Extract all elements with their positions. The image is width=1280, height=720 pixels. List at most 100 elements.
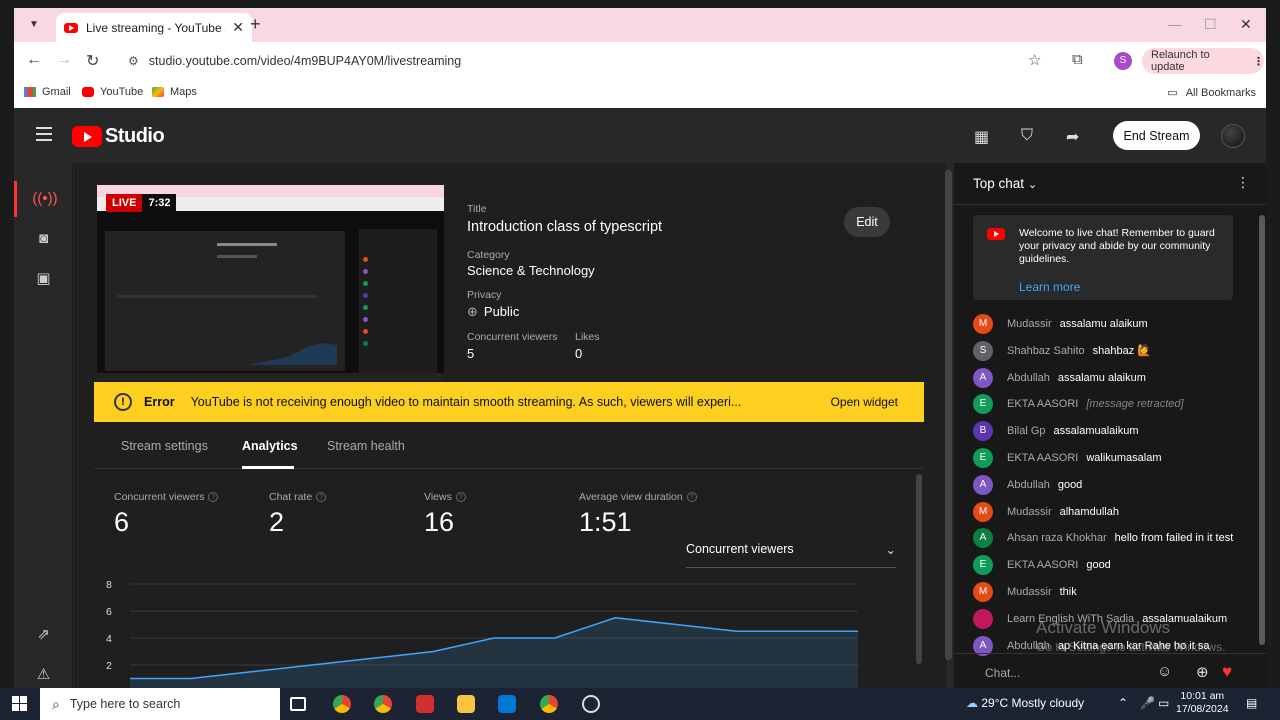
panel-scrollbar[interactable] (916, 474, 922, 664)
extensions-icon[interactable]: ⧉ (1072, 51, 1083, 68)
chat-message[interactable]: E EKTA AASORI good (973, 555, 1111, 576)
tray-chevron-icon[interactable]: ⌃ (1118, 696, 1128, 710)
chat-author-name[interactable]: Abdullah (1007, 372, 1050, 384)
obs-icon[interactable] (582, 695, 600, 713)
help-icon[interactable]: ? (686, 492, 697, 503)
calendar-icon[interactable]: ▣ (14, 261, 73, 297)
new-tab-icon[interactable]: + (250, 14, 261, 35)
chat-author-name[interactable]: EKTA AASORI (1007, 398, 1078, 410)
taskbar-search[interactable]: ⌕ Type here to search (40, 688, 280, 720)
more-options-icon[interactable]: ⋮ (1236, 174, 1250, 191)
tab-search-icon[interactable]: ▼ (24, 16, 44, 34)
help-icon[interactable]: ? (455, 492, 466, 503)
minimize-icon[interactable]: — (1168, 16, 1182, 32)
menu-icon[interactable] (36, 127, 52, 141)
learn-more-link[interactable]: Learn more (1019, 280, 1080, 294)
camera-icon[interactable]: ◙ (14, 221, 73, 257)
tab-analytics[interactable]: Analytics (242, 439, 298, 453)
tab-stream-settings[interactable]: Stream settings (121, 439, 208, 453)
network-icon[interactable]: ▭ (1158, 696, 1169, 710)
tab-stream-health[interactable]: Stream health (327, 439, 405, 453)
chat-author-avatar[interactable]: E (973, 394, 993, 415)
chat-author-name[interactable]: Ahsan raza Khokhar (1007, 532, 1107, 544)
chat-author-avatar[interactable]: B (973, 421, 993, 442)
bookmark-icon[interactable]: ⛉ (1021, 127, 1033, 145)
forward-icon[interactable]: → (56, 51, 72, 69)
chat-author-avatar[interactable] (973, 608, 993, 629)
main-scrollbar[interactable] (945, 170, 952, 660)
chat-message[interactable]: B Bilal Gp assalamualaikum (973, 421, 1139, 442)
emoji-icon[interactable]: ☺ (1157, 663, 1172, 680)
chat-message[interactable]: M Mudassir thik (973, 582, 1077, 602)
chat-message[interactable]: A Ahsan raza Khokhar hello from failed in … (973, 528, 1233, 549)
reload-icon[interactable]: ↻ (86, 51, 99, 71)
help-icon[interactable]: ? (316, 492, 327, 503)
stream-preview[interactable]: LIVE 7:32 (97, 185, 444, 381)
windows-start-icon[interactable] (12, 696, 28, 712)
chat-message[interactable]: E EKTA AASORI [message retracted] (973, 394, 1184, 415)
chat-message[interactable]: M Mudassir assalamu alaikum (973, 314, 1148, 334)
window-close-icon[interactable]: ✕ (1240, 16, 1252, 33)
chat-author-avatar[interactable]: E (973, 448, 993, 468)
edit-button[interactable]: Edit (844, 207, 890, 237)
chat-author-name[interactable]: EKTA AASORI (1007, 559, 1078, 571)
chat-message[interactable]: E EKTA AASORI walikumasalam (973, 448, 1162, 468)
chat-message[interactable]: M Mudassir alhamdullah (973, 501, 1119, 522)
microphone-icon[interactable]: 🎤 (1140, 696, 1155, 710)
end-stream-button[interactable]: End Stream (1113, 121, 1200, 150)
close-tab-icon[interactable]: ✕ (232, 19, 244, 36)
chat-author-name[interactable]: Bilal Gp (1007, 425, 1046, 437)
chat-input[interactable]: Chat... (985, 666, 1020, 680)
menu-dots-icon[interactable]: ⋮ (1253, 55, 1264, 68)
chat-author-avatar[interactable]: M (973, 582, 993, 602)
chat-author-avatar[interactable]: A (973, 367, 993, 388)
relaunch-button[interactable]: Relaunch to update ⋮ (1142, 48, 1264, 74)
all-bookmarks[interactable]: ▭ All Bookmarks (1167, 86, 1256, 100)
metric-select[interactable]: Concurrent viewers ⌄ (686, 542, 896, 568)
chat-author-name[interactable]: Mudassir (1007, 506, 1052, 518)
share-icon[interactable]: ➦ (1066, 127, 1079, 147)
maximize-icon[interactable]: ☐ (1204, 16, 1217, 33)
file-explorer-icon[interactable] (457, 695, 475, 713)
help-icon[interactable]: ? (208, 492, 219, 503)
channel-avatar[interactable] (1221, 124, 1245, 148)
chrome-profile-icon[interactable] (374, 695, 392, 713)
bookmark-gmail[interactable]: Gmail (24, 86, 71, 98)
open-widget-button[interactable]: Open widget (831, 395, 898, 409)
chat-author-avatar[interactable]: E (973, 555, 993, 576)
chat-author-avatar[interactable]: M (973, 314, 993, 334)
chat-message[interactable]: A Abdullah assalamu alaikum (973, 367, 1146, 388)
weather-widget[interactable]: ☁ 29°C Mostly cloudy (966, 696, 1084, 710)
chat-author-name[interactable]: Abdullah (1007, 479, 1050, 491)
bookmark-youtube[interactable]: YouTube (82, 86, 143, 98)
app-icon[interactable] (416, 695, 434, 713)
external-link-icon[interactable]: ⇗ (14, 617, 73, 653)
add-icon[interactable]: ⊕ (1196, 663, 1209, 681)
chat-author-avatar[interactable]: S (973, 340, 993, 361)
studio-logo[interactable]: Studio (72, 125, 165, 148)
profile-avatar[interactable]: S (1114, 52, 1132, 70)
chat-author-avatar[interactable]: A (973, 474, 993, 495)
chat-author-name[interactable]: Mudassir (1007, 318, 1052, 330)
site-info-icon[interactable]: ⚙ (128, 54, 139, 68)
clapperboard-icon[interactable]: ▦ (974, 127, 989, 147)
heart-icon[interactable]: ♥ (1222, 662, 1240, 681)
chat-message[interactable]: S Shahbaz Sahito shahbaz 🙋 (973, 340, 1151, 361)
notifications-icon[interactable]: ▤ (1246, 696, 1257, 710)
task-view-icon[interactable] (290, 697, 306, 711)
vscode-icon[interactable] (498, 695, 516, 713)
chat-message[interactable]: A Abdullah good (973, 474, 1082, 495)
system-clock[interactable]: 10:01 am 17/08/2024 (1176, 690, 1229, 716)
address-bar[interactable]: ⚙ studio.youtube.com/video/4m9BUP4AY0M/l… (118, 47, 1068, 75)
chat-author-name[interactable]: EKTA AASORI (1007, 452, 1078, 464)
bookmark-maps[interactable]: Maps (152, 86, 197, 98)
browser-tab[interactable]: Live streaming - YouTube Studio ✕ (56, 13, 252, 42)
chat-author-name[interactable]: Shahbaz Sahito (1007, 345, 1085, 357)
chat-scrollbar[interactable] (1259, 215, 1265, 645)
live-stream-icon[interactable]: ((•)) (14, 181, 73, 217)
chat-author-avatar[interactable]: A (973, 528, 993, 549)
bookmark-star-icon[interactable]: ☆ (1028, 51, 1041, 69)
chrome-icon[interactable] (333, 695, 351, 713)
chat-author-name[interactable]: Mudassir (1007, 586, 1052, 598)
chat-author-avatar[interactable]: M (973, 501, 993, 522)
